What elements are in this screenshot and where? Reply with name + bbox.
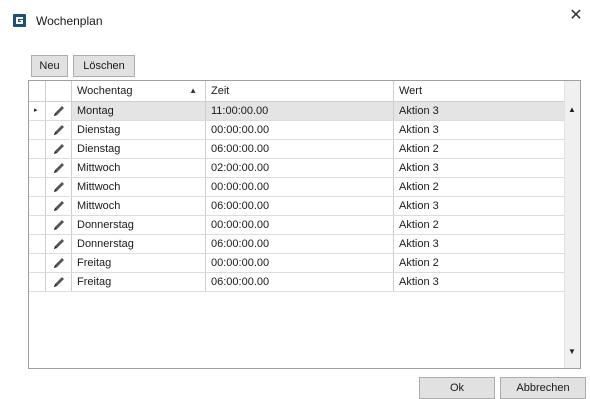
cell-wert[interactable]: Aktion 2 [394, 140, 565, 158]
row-header[interactable] [29, 197, 46, 215]
cell-zeit[interactable]: 06:00:00.00 [206, 140, 394, 158]
cell-wochentag[interactable]: Freitag [72, 254, 206, 272]
edit-cell[interactable] [46, 254, 72, 272]
cell-zeit[interactable]: 00:00:00.00 [206, 216, 394, 234]
title-bar: Wochenplan ✕ [0, 0, 590, 44]
row-header[interactable] [29, 140, 46, 158]
app-logo-icon [13, 14, 26, 27]
cell-wert[interactable]: Aktion 3 [394, 197, 565, 215]
cell-wert[interactable]: Aktion 2 [394, 178, 565, 196]
row-header[interactable] [29, 254, 46, 272]
column-header-wochentag[interactable]: Wochentag ▲ [72, 81, 206, 101]
dialog-window: Wochenplan ✕ Neu Löschen Wochentag ▲ Zei… [0, 0, 590, 399]
column-header-wert[interactable]: Wert [394, 81, 565, 101]
new-button[interactable]: Neu [31, 55, 68, 77]
edit-cell[interactable] [46, 159, 72, 177]
row-header[interactable] [29, 121, 46, 139]
pencil-icon[interactable] [52, 275, 66, 291]
scroll-down-icon[interactable]: ▼ [568, 347, 576, 356]
edit-cell[interactable] [46, 197, 72, 215]
pencil-icon[interactable] [52, 218, 66, 234]
pencil-icon[interactable] [52, 161, 66, 177]
table-row[interactable]: Mittwoch 06:00:00.00 Aktion 3 [29, 197, 565, 216]
row-header[interactable] [29, 159, 46, 177]
table-row[interactable]: Donnerstag 06:00:00.00 Aktion 3 [29, 235, 565, 254]
grid-header: Wochentag ▲ Zeit Wert [29, 81, 565, 102]
edit-cell[interactable] [46, 121, 72, 139]
cell-wert[interactable]: Aktion 3 [394, 159, 565, 177]
delete-button[interactable]: Löschen [73, 55, 135, 77]
column-header-zeit[interactable]: Zeit [206, 81, 394, 101]
cell-wert[interactable]: Aktion 2 [394, 254, 565, 272]
close-icon[interactable]: ✕ [566, 6, 586, 26]
edit-cell[interactable] [46, 273, 72, 291]
row-header[interactable] [29, 216, 46, 234]
table-row[interactable]: Donnerstag 00:00:00.00 Aktion 2 [29, 216, 565, 235]
row-header[interactable] [29, 273, 46, 291]
grid-rows: ▸ Montag 11:00:00.00 Aktion 3 Dienstag 0… [29, 102, 565, 292]
pencil-icon[interactable] [52, 199, 66, 215]
pencil-icon[interactable] [52, 142, 66, 158]
cell-wochentag[interactable]: Freitag [72, 273, 206, 291]
cell-zeit[interactable]: 02:00:00.00 [206, 159, 394, 177]
row-header[interactable]: ▸ [29, 102, 46, 120]
edit-cell[interactable] [46, 235, 72, 253]
edit-cell[interactable] [46, 140, 72, 158]
cell-zeit[interactable]: 06:00:00.00 [206, 235, 394, 253]
cancel-button[interactable]: Abbrechen [500, 377, 586, 399]
table-row[interactable]: ▸ Montag 11:00:00.00 Aktion 3 [29, 102, 565, 121]
cell-zeit[interactable]: 06:00:00.00 [206, 197, 394, 215]
edit-cell[interactable] [46, 178, 72, 196]
pencil-icon[interactable] [52, 180, 66, 196]
cell-wochentag[interactable]: Mittwoch [72, 197, 206, 215]
edit-cell[interactable] [46, 216, 72, 234]
column-header-label: Wochentag [77, 85, 133, 97]
scroll-up-icon[interactable]: ▲ [568, 105, 576, 114]
edit-cell[interactable] [46, 102, 72, 120]
cell-wert[interactable]: Aktion 3 [394, 102, 565, 120]
header-edit-cell [46, 81, 72, 101]
row-header[interactable] [29, 178, 46, 196]
table-row[interactable]: Dienstag 00:00:00.00 Aktion 3 [29, 121, 565, 140]
row-header[interactable] [29, 235, 46, 253]
pencil-icon[interactable] [52, 104, 66, 120]
header-indicator-cell [29, 81, 46, 101]
table-row[interactable]: Freitag 06:00:00.00 Aktion 3 [29, 273, 565, 292]
vertical-scrollbar[interactable]: ▲ ▼ [564, 81, 580, 368]
cell-zeit[interactable]: 00:00:00.00 [206, 178, 394, 196]
pencil-icon[interactable] [52, 256, 66, 272]
schedule-grid[interactable]: Wochentag ▲ Zeit Wert ▸ Montag 11:00:00.… [28, 80, 581, 369]
cell-zeit[interactable]: 11:00:00.00 [206, 102, 394, 120]
cell-wert[interactable]: Aktion 3 [394, 273, 565, 291]
table-row[interactable]: Mittwoch 02:00:00.00 Aktion 3 [29, 159, 565, 178]
cell-wert[interactable]: Aktion 2 [394, 216, 565, 234]
sort-ascending-icon: ▲ [189, 86, 197, 95]
cell-wochentag[interactable]: Donnerstag [72, 235, 206, 253]
cell-wochentag[interactable]: Donnerstag [72, 216, 206, 234]
cell-wochentag[interactable]: Dienstag [72, 121, 206, 139]
cell-wochentag[interactable]: Dienstag [72, 140, 206, 158]
current-row-icon: ▸ [34, 107, 38, 114]
pencil-icon[interactable] [52, 237, 66, 253]
cell-zeit[interactable]: 06:00:00.00 [206, 273, 394, 291]
cell-zeit[interactable]: 00:00:00.00 [206, 121, 394, 139]
window-title: Wochenplan [36, 14, 103, 28]
cell-wochentag[interactable]: Montag [72, 102, 206, 120]
ok-button[interactable]: Ok [419, 377, 495, 399]
cell-wochentag[interactable]: Mittwoch [72, 178, 206, 196]
table-row[interactable]: Dienstag 06:00:00.00 Aktion 2 [29, 140, 565, 159]
cell-wert[interactable]: Aktion 3 [394, 121, 565, 139]
table-row[interactable]: Mittwoch 00:00:00.00 Aktion 2 [29, 178, 565, 197]
cell-wert[interactable]: Aktion 3 [394, 235, 565, 253]
pencil-icon[interactable] [52, 123, 66, 139]
table-row[interactable]: Freitag 00:00:00.00 Aktion 2 [29, 254, 565, 273]
cell-zeit[interactable]: 00:00:00.00 [206, 254, 394, 272]
cell-wochentag[interactable]: Mittwoch [72, 159, 206, 177]
